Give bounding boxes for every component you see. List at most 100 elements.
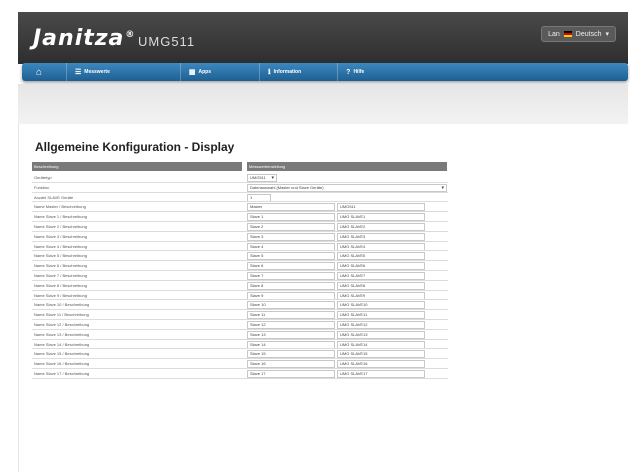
page-title: Allgemeine Konfiguration - Display <box>35 140 235 154</box>
device-type-select[interactable]: UMG511 <box>247 174 277 182</box>
column-header-description: Beschreibung <box>32 162 242 171</box>
slave-description-input[interactable]: UMG SLAVE8 <box>337 281 425 290</box>
slave-description-input[interactable]: UMG SLAVE9 <box>337 291 425 300</box>
master-name-input[interactable]: Master <box>247 203 335 212</box>
table-row: Name Slave 17 / Beschreibung Slave 17 UMG … <box>32 369 448 379</box>
help-icon: ? <box>346 68 351 76</box>
slave-name-input[interactable]: Slave 14 <box>247 340 335 349</box>
row-label: Anzahl SLAVE Geräte <box>34 194 74 200</box>
slave-name-input[interactable]: Slave 12 <box>247 320 335 329</box>
slave-description-input[interactable]: UMG SLAVE7 <box>337 271 425 280</box>
nav-item-information[interactable]: ℹ Information <box>258 63 309 81</box>
language-select[interactable]: Lan Deutsch ▾ <box>541 26 616 42</box>
nav-item-apps[interactable]: ▦ Apps <box>179 63 219 81</box>
config-table: Gerätetyp UMG511 Funktion Datenauswahl (… <box>32 173 448 379</box>
table-row: Name Slave 4 / Beschreibung Slave 4 UMG SL… <box>32 242 448 252</box>
table-row: Funktion Datenauswahl (Master und Slave … <box>32 183 448 193</box>
table-row: Name Slave 15 / Beschreibung Slave 15 UMG … <box>32 349 448 359</box>
slave-description-input[interactable]: UMG SLAVE2 <box>337 222 425 231</box>
slave-name-input[interactable]: Slave 13 <box>247 330 335 339</box>
slave-name-input[interactable]: Slave 10 <box>247 301 335 310</box>
row-label: Name Slave 16 / Beschreibung <box>34 361 90 367</box>
nav-item-messwerte[interactable]: ☰ Messwerte <box>66 63 118 81</box>
table-row: Name Master / Beschreibung Master UMG511 <box>32 202 448 212</box>
row-label: Name Slave 5 / Beschreibung <box>34 253 87 259</box>
slave-name-input[interactable]: Slave 1 <box>247 213 335 222</box>
table-row: Name Slave 10 / Beschreibung Slave 10 UMG … <box>32 300 448 310</box>
table-row: Name Slave 12 / Beschreibung Slave 12 UMG … <box>32 320 448 330</box>
table-row: Name Slave 3 / Beschreibung Slave 3 UMG SL… <box>32 232 448 242</box>
table-row: Name Slave 9 / Beschreibung Slave 9 UMG SL… <box>32 291 448 301</box>
row-label: Name Slave 2 / Beschreibung <box>34 223 87 229</box>
table-row: Name Slave 14 / Beschreibung Slave 14 UMG … <box>32 340 448 350</box>
brand-logo[interactable]: Janitza® <box>33 26 135 51</box>
slave-description-input[interactable]: UMG SLAVE16 <box>337 360 425 369</box>
slave-name-input[interactable]: Slave 8 <box>247 281 335 290</box>
slave-description-input[interactable]: UMG SLAVE4 <box>337 242 425 251</box>
slave-count-input[interactable]: 1 <box>247 193 271 202</box>
grid-icon: ▦ <box>188 69 196 76</box>
slave-name-input[interactable]: Slave 11 <box>247 311 335 320</box>
list-icon: ☰ <box>75 69 82 76</box>
slave-description-input[interactable]: UMG SLAVE12 <box>337 320 425 329</box>
slave-name-input[interactable]: Slave 7 <box>247 271 335 280</box>
main-navbar: ⌂ ☰ Messwerte ▦ Apps ℹ Information ? Hilfe <box>22 63 628 81</box>
slave-description-input[interactable]: UMG SLAVE15 <box>337 350 425 359</box>
table-row: Name Slave 5 / Beschreibung Slave 5 UMG SL… <box>32 251 448 261</box>
slave-description-input[interactable]: UMG SLAVE13 <box>337 330 425 339</box>
app-header: Janitza® UMG511 Lan Deutsch ▾ <box>18 12 628 64</box>
slave-description-input[interactable]: UMG SLAVE14 <box>337 340 425 349</box>
slave-name-input[interactable]: Slave 15 <box>247 350 335 359</box>
slave-name-input[interactable]: Slave 6 <box>247 262 335 271</box>
table-row: Name Slave 13 / Beschreibung Slave 13 UMG … <box>32 330 448 340</box>
table-row: Name Slave 2 / Beschreibung Slave 2 UMG SL… <box>32 222 448 232</box>
slave-name-input[interactable]: Slave 4 <box>247 242 335 251</box>
row-label: Name Slave 13 / Beschreibung <box>34 331 90 337</box>
nav-item-label: Information <box>273 69 302 75</box>
table-row: Name Slave 16 / Beschreibung Slave 16 UMG … <box>32 359 448 369</box>
chevron-down-icon: ▾ <box>605 31 609 38</box>
row-label: Name Slave 17 / Beschreibung <box>34 370 90 376</box>
table-row: Name Slave 1 / Beschreibung Slave 1 UMG SL… <box>32 212 448 222</box>
toolbar-area <box>18 84 628 124</box>
slave-description-input[interactable]: UMG SLAVE10 <box>337 301 425 310</box>
row-label: Name Slave 8 / Beschreibung <box>34 282 87 288</box>
slave-name-input[interactable]: Slave 9 <box>247 291 335 300</box>
table-row: Gerätetyp UMG511 <box>32 173 448 183</box>
slave-name-input[interactable]: Slave 16 <box>247 360 335 369</box>
table-row: Name Slave 7 / Beschreibung Slave 7 UMG SL… <box>32 271 448 281</box>
language-prefix: Lan <box>548 30 560 38</box>
row-label: Gerätetyp <box>34 175 52 180</box>
slave-description-input[interactable]: UMG SLAVE17 <box>337 369 425 378</box>
nav-item-label: Hilfe <box>353 69 365 75</box>
master-description-input[interactable]: UMG511 <box>337 203 425 212</box>
nav-item-label: Apps <box>198 69 211 75</box>
german-flag-icon <box>563 31 572 37</box>
brand-mark: ® <box>125 29 136 40</box>
slave-description-input[interactable]: UMG SLAVE6 <box>337 262 425 271</box>
nav-item-hilfe[interactable]: ? Hilfe <box>337 63 372 81</box>
slave-name-input[interactable]: Slave 3 <box>247 232 335 241</box>
table-row: Name Slave 11 / Beschreibung Slave 11 UMG … <box>32 310 448 320</box>
language-label: Deutsch <box>575 30 602 38</box>
slave-description-input[interactable]: UMG SLAVE5 <box>337 252 425 261</box>
main-content: Allgemeine Konfiguration - Display Besch… <box>18 124 628 472</box>
row-label: Name Slave 10 / Beschreibung <box>34 302 90 308</box>
row-label: Funktion <box>34 184 50 190</box>
nav-item-label: Messwerte <box>84 69 110 75</box>
slave-name-input[interactable]: Slave 17 <box>247 369 335 378</box>
nav-home[interactable]: ⌂ <box>22 67 56 78</box>
row-label: Name Slave 6 / Beschreibung <box>34 263 87 269</box>
slave-description-input[interactable]: UMG SLAVE3 <box>337 232 425 241</box>
table-row: Anzahl SLAVE Geräte 1 <box>32 193 448 203</box>
column-header-value: Messwerteinstellung <box>247 162 447 171</box>
row-label: Name Slave 1 / Beschreibung <box>34 214 87 220</box>
table-row: Name Slave 8 / Beschreibung Slave 8 UMG SL… <box>32 281 448 291</box>
function-select[interactable]: Datenauswahl (Master und Slave Geräte) <box>247 183 447 192</box>
slave-description-input[interactable]: UMG SLAVE1 <box>337 213 425 222</box>
product-name: UMG511 <box>138 34 196 49</box>
slave-description-input[interactable]: UMG SLAVE11 <box>337 311 425 320</box>
slave-name-input[interactable]: Slave 5 <box>247 252 335 261</box>
table-row: Name Slave 6 / Beschreibung Slave 6 UMG SL… <box>32 261 448 271</box>
slave-name-input[interactable]: Slave 2 <box>247 222 335 231</box>
